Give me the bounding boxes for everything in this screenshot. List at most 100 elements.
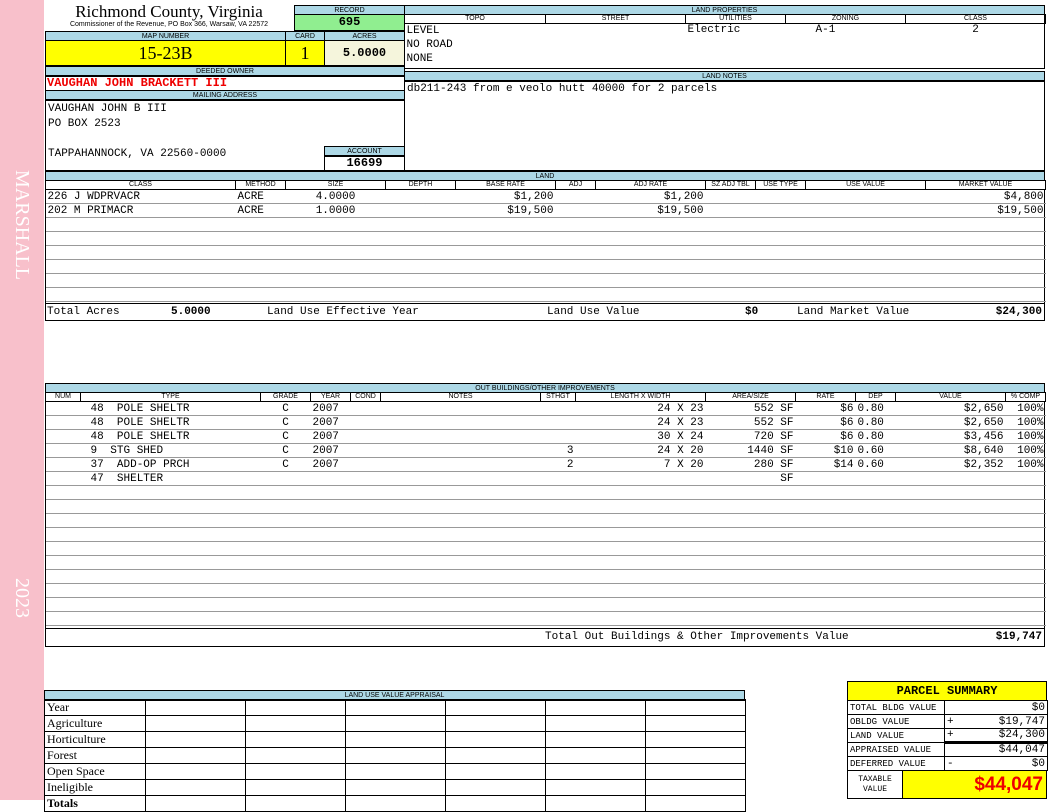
land-use-cell xyxy=(545,747,646,764)
land-cell xyxy=(705,217,756,232)
outbuilding-cell xyxy=(350,611,381,626)
outbuilding-cell xyxy=(350,583,381,598)
outbuilding-cell xyxy=(380,583,541,598)
land-use-cell xyxy=(545,779,646,796)
outbuilding-cell xyxy=(895,569,1006,584)
outbuilding-cell xyxy=(895,541,1006,556)
outbuilding-cell xyxy=(310,569,351,584)
land-cell xyxy=(755,287,806,302)
outbuildings-total-row: Total Out Buildings & Other Improvements… xyxy=(45,628,1045,646)
land-use-cell xyxy=(445,763,546,780)
land-use-cell xyxy=(645,715,746,732)
land-cell xyxy=(385,231,456,246)
outbuilding-cell: 720 SF xyxy=(705,429,796,444)
land-cell xyxy=(555,217,596,232)
land-use-cell xyxy=(145,795,246,812)
outbuilding-cell xyxy=(1005,471,1046,486)
outbuilding-cell xyxy=(80,527,261,542)
use-value-label: Land Use Value xyxy=(547,306,640,318)
total-acres-label: Total Acres xyxy=(47,306,120,318)
col-street: STREET xyxy=(545,14,686,24)
land-cell xyxy=(555,245,596,260)
land-cell xyxy=(235,287,286,302)
land-cell: $19,500 xyxy=(925,203,1046,218)
land-row xyxy=(45,259,1046,274)
land-cell xyxy=(285,287,386,302)
utilities-value: Electric xyxy=(687,24,741,36)
outbuilding-cell xyxy=(705,485,796,500)
outbuilding-cell xyxy=(45,499,81,514)
land-cell xyxy=(595,273,706,288)
outbuilding-cell xyxy=(540,597,576,612)
outbuilding-col-header: % COMP xyxy=(1005,392,1046,402)
outbuilding-cell xyxy=(80,499,261,514)
land-use-row: Forest xyxy=(44,747,746,764)
land-cell xyxy=(595,245,706,260)
land-use-cell xyxy=(445,779,546,796)
outbuilding-cell xyxy=(795,569,856,584)
map-number: 15-23B xyxy=(45,40,286,66)
outbuilding-cell: 0.80 xyxy=(855,401,896,416)
outbuilding-row: 9 STG SHED C 2007 3 24 X 20 1440 SF $10 0.60 $8,… xyxy=(45,443,1046,458)
land-use-cell xyxy=(145,747,246,764)
land-use-cell xyxy=(445,731,546,748)
outbuilding-cell: 2 xyxy=(540,457,576,472)
outbuilding-cell xyxy=(855,555,896,570)
outbuilding-cell xyxy=(1005,485,1046,500)
summary-label: OBLDG VALUE xyxy=(847,714,945,729)
land-cell xyxy=(555,231,596,246)
market-value: $24,300 xyxy=(995,306,1042,318)
outbuilding-cell xyxy=(795,555,856,570)
outbuilding-cell xyxy=(575,527,706,542)
outbuilding-cell xyxy=(895,611,1006,626)
outbuilding-col-header: AREA/SIZE xyxy=(705,392,796,402)
land-cell xyxy=(455,259,556,274)
outbuilding-row: 47 SHELTER SF xyxy=(45,471,1046,486)
land-row: 202 M PRIMACR ACRE 1.0000 $19,500 $19,500 $19… xyxy=(45,203,1046,218)
outbuilding-cell: 48 POLE SHELTR xyxy=(80,401,261,416)
land-use-cell xyxy=(545,795,646,812)
outbuilding-cell xyxy=(310,555,351,570)
land-cell xyxy=(235,217,286,232)
outbuilding-cell xyxy=(380,611,541,626)
outbuilding-cell xyxy=(575,513,706,528)
land-cell xyxy=(285,245,386,260)
district-name: MARSHALL xyxy=(11,170,33,281)
outbuilding-cell xyxy=(350,429,381,444)
outbuilding-cell xyxy=(380,485,541,500)
summary-value: $44,047 xyxy=(998,744,1045,756)
land-cell xyxy=(285,217,386,232)
outbuilding-cell xyxy=(260,485,311,500)
land-cell xyxy=(45,245,236,260)
outbuilding-cell xyxy=(895,583,1006,598)
summary-row: LAND VALUE + $24,300 xyxy=(847,728,1048,743)
outbuilding-cell xyxy=(350,541,381,556)
outbuilding-cell xyxy=(260,471,311,486)
land-use-cell xyxy=(345,763,446,780)
outbuilding-cell: $14 xyxy=(795,457,856,472)
land-use-cell xyxy=(245,779,346,796)
outbuilding-cell xyxy=(575,471,706,486)
land-row xyxy=(45,245,1046,260)
land-use-cell xyxy=(345,699,446,716)
outbuilding-cell xyxy=(855,583,896,598)
outbuilding-cell: C xyxy=(260,457,311,472)
outbuilding-cell: $6 xyxy=(795,429,856,444)
outbuilding-col-header: YEAR xyxy=(310,392,351,402)
summary-label: LAND VALUE xyxy=(847,728,945,743)
outbuilding-cell xyxy=(540,555,576,570)
outbuilding-cell xyxy=(80,555,261,570)
land-cell xyxy=(555,203,596,218)
outbuilding-cell xyxy=(1005,541,1046,556)
land-use-cell xyxy=(545,699,646,716)
outbuilding-row xyxy=(45,499,1046,514)
outbuilding-cell: 2007 xyxy=(310,457,351,472)
land-cell xyxy=(235,231,286,246)
outbuilding-cell: 100% xyxy=(1005,429,1046,444)
land-use-cell xyxy=(145,779,246,796)
outbuilding-cell xyxy=(705,555,796,570)
land-col-header: CLASS xyxy=(45,180,236,190)
summary-value-cell: - $0 xyxy=(944,756,1048,771)
land-cell xyxy=(285,231,386,246)
outbuilding-cell: 1440 SF xyxy=(705,443,796,458)
